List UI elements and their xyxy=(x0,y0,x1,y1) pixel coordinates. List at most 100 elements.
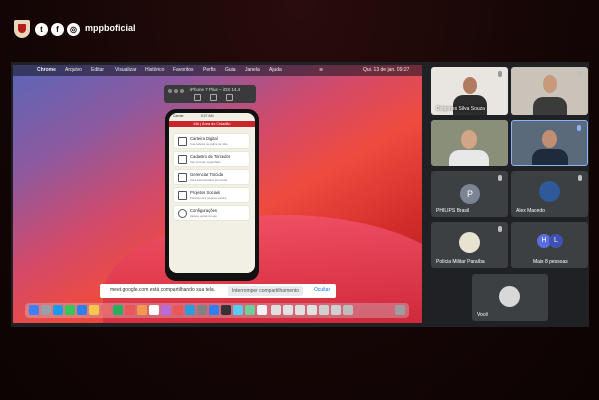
participant-name: Mais 8 pessoas xyxy=(533,259,568,265)
settings-icon[interactable] xyxy=(197,305,207,315)
participant-name: Diógenes Silva Souza xyxy=(436,106,485,112)
participant-name: PHILIPS Brasil xyxy=(436,208,470,214)
card-carteira-digital[interactable]: Carteira Digital Sua carteira na palma d… xyxy=(174,134,249,148)
card-title: Projetos Sociais xyxy=(190,190,221,195)
person-head xyxy=(543,75,557,93)
appstore-icon[interactable] xyxy=(185,305,195,315)
participant-tile[interactable]: Alex Macedo xyxy=(511,171,588,217)
participant-tile[interactable] xyxy=(431,120,508,166)
rotate-icon[interactable] xyxy=(226,94,233,101)
app-header: MA | Área do Cidadão xyxy=(169,121,255,127)
card-configuracoes[interactable]: Configurações Ajustes gerais do app xyxy=(174,206,249,220)
stop-sharing-button[interactable]: Interromper compartilhamento xyxy=(228,286,303,296)
menu-visualizar[interactable]: Visualizar xyxy=(115,67,137,73)
more-participants-tile[interactable]: H L Mais 8 pessoas xyxy=(511,222,588,268)
participant-tile[interactable] xyxy=(511,67,588,115)
crest-logo xyxy=(14,20,30,38)
screen-share-notification: meet.google.com está compartilhando sua … xyxy=(100,284,336,298)
window-thumb-icon[interactable] xyxy=(283,305,293,315)
menu-perfis[interactable]: Perfis xyxy=(203,67,216,73)
person-body xyxy=(453,95,487,115)
person-body xyxy=(532,149,568,165)
photos-icon[interactable] xyxy=(101,305,111,315)
mic-off-icon xyxy=(498,71,502,77)
screenshot-icon[interactable] xyxy=(194,94,201,101)
carrier-label: Carrier xyxy=(173,114,184,118)
reminders-icon[interactable] xyxy=(149,305,159,315)
menu-guia[interactable]: Guia xyxy=(225,67,236,73)
vscode-icon[interactable] xyxy=(209,305,219,315)
participant-tile[interactable]: Diógenes Silva Souza xyxy=(431,67,508,115)
window-thumb-icon[interactable] xyxy=(319,305,329,315)
mail-icon[interactable] xyxy=(77,305,87,315)
card-title: Configurações xyxy=(190,208,218,213)
avatar: L xyxy=(549,234,563,248)
zoom-dot[interactable] xyxy=(180,89,184,93)
safari-icon[interactable] xyxy=(53,305,63,315)
document-icon xyxy=(178,173,187,182)
menu-historico[interactable]: Histórico xyxy=(145,67,164,73)
window-thumb-icon[interactable] xyxy=(295,305,305,315)
mac-clock: Qui. 13 de jan. 09:27 xyxy=(363,67,410,73)
participant-name: Você xyxy=(477,312,489,318)
facetime-icon[interactable] xyxy=(113,305,123,315)
person-head xyxy=(463,77,477,94)
menu-editar[interactable]: Editar xyxy=(91,67,104,73)
music-icon[interactable] xyxy=(173,305,183,315)
simulator-window[interactable]: iPhone 7 Plus – iOS 14.4 xyxy=(164,85,256,103)
mic-off-icon xyxy=(578,175,582,181)
avatar: P xyxy=(460,184,480,204)
iphone-device: Carrier 9:27 AM MA | Área do Cidadão Car… xyxy=(165,109,259,281)
xcode-icon[interactable] xyxy=(233,305,243,315)
card-cadastro-torcedor[interactable]: Cadastro de Torcedor Seu torcedor organi… xyxy=(174,152,249,166)
downloads-icon[interactable] xyxy=(343,305,353,315)
card-subtitle: Seu torcedor organizado xyxy=(190,160,221,164)
close-dot[interactable] xyxy=(168,89,172,93)
window-thumb-icon[interactable] xyxy=(307,305,317,315)
chrome-icon[interactable] xyxy=(257,305,267,315)
menu-janela[interactable]: Janela xyxy=(245,67,260,73)
self-tile[interactable]: Você xyxy=(472,274,548,321)
minimize-dot[interactable] xyxy=(174,89,178,93)
card-subtitle: Área administrativa da torcida xyxy=(190,178,227,182)
trash-icon[interactable] xyxy=(395,305,405,315)
mic-off-icon xyxy=(498,226,502,232)
calendar-icon[interactable] xyxy=(125,305,135,315)
hide-button[interactable]: Ocultar xyxy=(314,287,330,293)
participant-tile[interactable]: P PHILIPS Brasil xyxy=(431,171,508,217)
card-title: Cadastro de Torcedor xyxy=(190,154,231,159)
menu-ajuda[interactable]: Ajuda xyxy=(269,67,282,73)
window-thumb-icon[interactable] xyxy=(331,305,341,315)
launchpad-icon[interactable] xyxy=(41,305,51,315)
avatar xyxy=(539,181,560,202)
menu-chrome[interactable]: Chrome xyxy=(37,67,56,73)
card-projetos-sociais[interactable]: Projetos Sociais Participe dos projetos … xyxy=(174,188,249,202)
terminal-icon[interactable] xyxy=(221,305,231,315)
person-head xyxy=(542,130,557,148)
window-thumb-icon[interactable] xyxy=(271,305,281,315)
instagram-icon: ◎ xyxy=(67,23,80,36)
home-icon[interactable] xyxy=(210,94,217,101)
mic-off-icon xyxy=(498,175,502,181)
mac-dock xyxy=(25,303,409,318)
account-handle: mppboficial xyxy=(85,23,136,33)
simulator-icon[interactable] xyxy=(245,305,255,315)
podcasts-icon[interactable] xyxy=(161,305,171,315)
police-badge-icon xyxy=(459,232,480,253)
person-body xyxy=(533,97,567,115)
top-bar: t f ◎ mppboficial xyxy=(0,0,599,58)
finder-icon[interactable] xyxy=(29,305,39,315)
participant-name: Alex Macedo xyxy=(516,208,545,214)
participant-tile[interactable]: Polícia Militar Paraíba xyxy=(431,222,508,268)
phone-time: 9:27 AM xyxy=(200,114,214,118)
card-subtitle: Sua carteira na palma da mão xyxy=(190,142,228,146)
contacts-icon[interactable] xyxy=(137,305,147,315)
messages-icon[interactable] xyxy=(65,305,75,315)
participant-tile-active[interactable] xyxy=(511,120,588,166)
edit-icon xyxy=(178,191,187,200)
notes-icon[interactable] xyxy=(89,305,99,315)
menu-arquivo[interactable]: Arquivo xyxy=(65,67,82,73)
twitter-icon: t xyxy=(35,23,48,36)
card-gerenciar-torcida[interactable]: Gerenciar Torcida Área administrativa da… xyxy=(174,170,249,184)
menu-favoritos[interactable]: Favoritos xyxy=(173,67,194,73)
